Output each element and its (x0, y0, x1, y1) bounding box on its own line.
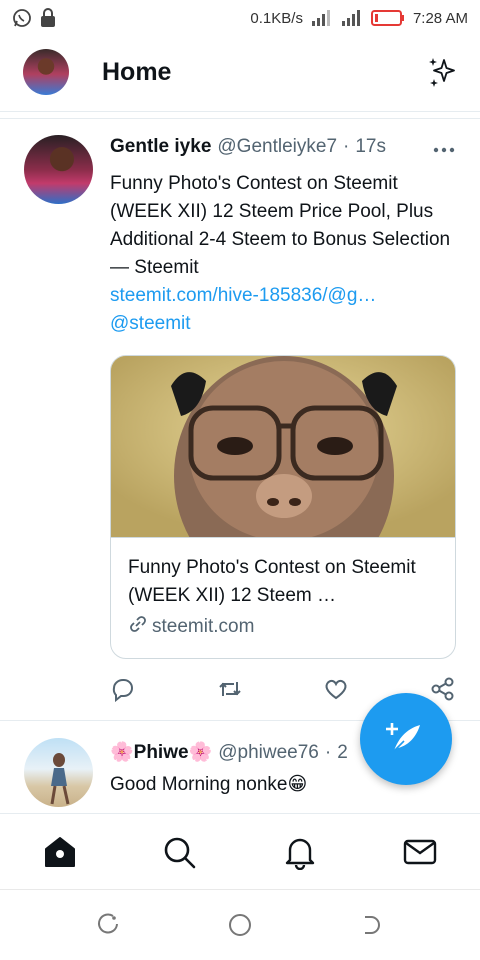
whatsapp-icon (12, 8, 32, 28)
tweet-text: Good Morning nonke😁 (110, 774, 308, 795)
link-card[interactable]: Funny Photo's Contest on Steemit (WEEK X… (110, 355, 456, 659)
author-name[interactable]: 🌸Phiwe🌸 (110, 740, 212, 764)
notifications-icon[interactable] (282, 834, 318, 871)
battery-low-icon (370, 9, 405, 27)
lock-icon (40, 8, 56, 28)
avatar[interactable] (24, 738, 93, 807)
reply-icon[interactable] (110, 676, 136, 703)
home-icon[interactable] (42, 834, 78, 870)
tweet-text: Funny Photo's Contest on Steemit (WEEK X… (110, 173, 451, 278)
retweet-icon[interactable] (217, 676, 243, 702)
page-title: Home (102, 58, 172, 86)
link-icon (128, 614, 148, 640)
separator-dot: · (324, 742, 332, 763)
author-handle[interactable]: @phiwee76 (218, 742, 319, 764)
author-handle[interactable]: @Gentleiyke7 (217, 136, 337, 158)
back-icon[interactable] (360, 912, 386, 938)
clock: 7:28 AM (412, 9, 468, 27)
avatar[interactable] (23, 49, 69, 95)
system-navigation (0, 889, 480, 960)
tweet-link[interactable]: steemit.com/hive-185836/@g… (110, 282, 460, 310)
share-icon[interactable] (430, 676, 456, 702)
tweet-mention[interactable]: @steemit (110, 310, 460, 338)
divider (0, 118, 480, 119)
compose-tweet-button[interactable] (360, 693, 452, 785)
card-domain: steemit.com (128, 614, 254, 640)
recent-apps-icon[interactable] (95, 912, 121, 938)
card-image (111, 356, 455, 596)
bottom-navigation (0, 813, 480, 889)
sparkle-icon[interactable] (424, 54, 460, 90)
compose-feather-icon (384, 717, 428, 761)
tweet-time: 2 (337, 742, 348, 763)
signal-4g-icon (341, 8, 363, 28)
like-icon[interactable] (323, 676, 349, 702)
separator-dot: · (343, 136, 350, 157)
status-bar: 0.1KB/s 7:28 AM (0, 0, 480, 36)
tweet-header: Gentle iyke @Gentleiyke7 · 17s (110, 136, 386, 158)
tweet-header: 🌸Phiwe🌸 @phiwee76 · 2 (110, 740, 348, 764)
author-name[interactable]: Gentle iyke (110, 136, 211, 158)
avatar[interactable] (24, 135, 93, 204)
search-icon[interactable] (161, 834, 197, 870)
card-domain-text: steemit.com (152, 616, 255, 637)
home-button-icon[interactable] (227, 912, 253, 938)
signal-icon (311, 9, 333, 27)
card-divider (111, 537, 455, 538)
network-speed: 0.1KB/s (250, 9, 303, 27)
app-header: Home (0, 36, 480, 112)
messages-icon[interactable] (402, 834, 438, 870)
card-title: Funny Photo's Contest on Steemit (WEEK X… (128, 557, 416, 606)
more-options-icon[interactable] (432, 138, 456, 162)
tweet-time: 17s (355, 136, 386, 157)
